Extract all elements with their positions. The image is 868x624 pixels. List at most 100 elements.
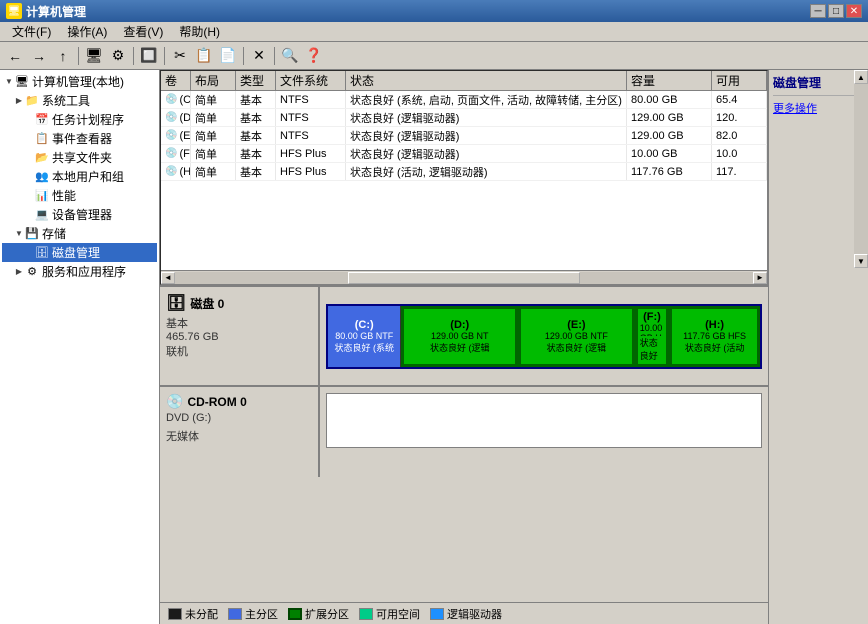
- computer-icon: 🖥: [14, 74, 30, 90]
- td-type-c: 基本: [236, 91, 276, 108]
- users-icon: 👥: [34, 169, 50, 185]
- main-area: ▼ 🖥 计算机管理(本地) ▶ 📁 系统工具 📅 任务计划程序 📋 事件查看器 …: [0, 70, 868, 624]
- disk0-partitions: (C:) 80.00 GB NTF 状态良好 (系统 (D:) 129.00 G…: [320, 287, 768, 385]
- actions-scrollbar[interactable]: ▲ ▼: [854, 70, 868, 270]
- table-row[interactable]: 💿(H:) 简单 基本 HFS Plus 状态良好 (活动, 逻辑驱动器) 11…: [161, 163, 767, 181]
- action-section-title: 磁盘管理: [773, 74, 864, 91]
- menu-action[interactable]: 操作(A): [59, 21, 115, 42]
- th-layout[interactable]: 布局: [191, 71, 236, 90]
- tree-item-system-tools[interactable]: ▶ 📁 系统工具: [2, 91, 157, 110]
- part-d-label: (D:): [450, 319, 469, 331]
- cdrom0-title: CD-ROM 0: [187, 395, 246, 409]
- menu-view[interactable]: 查看(V): [115, 21, 171, 42]
- tree-label-diskmanager: 磁盘管理: [52, 244, 100, 261]
- title-bar: 🖥 计算机管理 ─ □ ✕: [0, 0, 868, 22]
- cdrom0-visual: [320, 387, 768, 477]
- table-row[interactable]: 💿(F:) 简单 基本 HFS Plus 状态良好 (逻辑驱动器) 10.00 …: [161, 145, 767, 163]
- tree-item-localusers[interactable]: 👥 本地用户和组: [2, 167, 157, 186]
- scroll-right-btn[interactable]: ►: [753, 272, 767, 284]
- up-button[interactable]: ↑: [52, 45, 74, 67]
- th-avail[interactable]: 可用: [712, 71, 767, 90]
- search-button[interactable]: 🔍: [279, 45, 301, 67]
- partition-c[interactable]: (C:) 80.00 GB NTF 状态良好 (系统: [328, 306, 401, 367]
- th-vol[interactable]: 卷: [161, 71, 191, 90]
- part-e-size: 129.00 GB NTF: [545, 331, 608, 341]
- actions-panel: 磁盘管理 更多操作 ▲ ▼: [768, 70, 868, 624]
- tree-item-storage[interactable]: ▼ 💾 存储: [2, 224, 157, 243]
- td-type-h: 基本: [236, 163, 276, 180]
- left-tree-panel: ▼ 🖥 计算机管理(本地) ▶ 📁 系统工具 📅 任务计划程序 📋 事件查看器 …: [0, 70, 160, 624]
- th-fs[interactable]: 文件系统: [276, 71, 346, 90]
- td-status-f: 状态良好 (逻辑驱动器): [346, 145, 627, 162]
- maximize-button[interactable]: □: [828, 4, 844, 18]
- minimize-button[interactable]: ─: [810, 4, 826, 18]
- td-vol-f: 💿(F:): [161, 145, 191, 162]
- tree-item-taskscheduler[interactable]: 📅 任务计划程序: [2, 110, 157, 129]
- td-fs-h: HFS Plus: [276, 163, 346, 180]
- tree-item-eventviewer[interactable]: 📋 事件查看器: [2, 129, 157, 148]
- title-bar-controls: ─ □ ✕: [810, 4, 862, 18]
- partition-f[interactable]: (F:) 10.00 GB H 状态良好 (逻: [635, 306, 670, 367]
- toolbar-separator-2: [133, 47, 134, 65]
- new-window-button[interactable]: 🔲: [138, 45, 160, 67]
- paste-button[interactable]: 📄: [217, 45, 239, 67]
- help-button[interactable]: ❓: [303, 45, 325, 67]
- tree-item-sharedfolder[interactable]: 📂 共享文件夹: [2, 148, 157, 167]
- back-button[interactable]: ←: [4, 45, 26, 67]
- scroll-down-btn[interactable]: ▼: [854, 254, 868, 268]
- tree-item-root[interactable]: ▼ 🖥 计算机管理(本地): [2, 72, 157, 91]
- table-row[interactable]: 💿(D:) 简单 基本 NTFS 状态良好 (逻辑驱动器) 129.00 GB …: [161, 109, 767, 127]
- partition-h[interactable]: (H:) 117.76 GB HFS 状态良好 (活动: [669, 306, 760, 367]
- tree-label-sharedfolder: 共享文件夹: [52, 149, 112, 166]
- scroll-track: [175, 272, 753, 284]
- th-type[interactable]: 类型: [236, 71, 276, 90]
- cut-button[interactable]: ✂: [169, 45, 191, 67]
- th-cap[interactable]: 容量: [627, 71, 712, 90]
- delete-button[interactable]: ✕: [248, 45, 270, 67]
- copy-button[interactable]: 📋: [193, 45, 215, 67]
- td-fs-e: NTFS: [276, 127, 346, 144]
- td-status-d: 状态良好 (逻辑驱动器): [346, 109, 627, 126]
- tree-item-diskmanager[interactable]: 🗄 磁盘管理: [2, 243, 157, 262]
- menu-file[interactable]: 文件(F): [4, 21, 59, 42]
- close-button[interactable]: ✕: [846, 4, 862, 18]
- horizontal-scrollbar[interactable]: ◄ ►: [161, 270, 767, 284]
- table-row[interactable]: 💿(C:) 简单 基本 NTFS 状态良好 (系统, 启动, 页面文件, 活动,…: [161, 91, 767, 109]
- menu-help[interactable]: 帮助(H): [171, 21, 228, 42]
- device-icon: 💻: [34, 207, 50, 223]
- table-row[interactable]: 💿(E:) 简单 基本 NTFS 状态良好 (逻辑驱动器) 129.00 GB …: [161, 127, 767, 145]
- tree-item-services[interactable]: ▶ ⚙ 服务和应用程序: [2, 262, 157, 281]
- tree-arrow-systemtools: ▶: [14, 96, 24, 106]
- tree-item-devicemanager[interactable]: 💻 设备管理器: [2, 205, 157, 224]
- td-layout-d: 简单: [191, 109, 236, 126]
- part-f-status: 状态良好 (逻: [640, 336, 665, 362]
- legend-label-freespace: 可用空间: [376, 606, 420, 622]
- th-status[interactable]: 状态: [346, 71, 627, 90]
- legend-primary: 主分区: [228, 606, 278, 622]
- td-cap-c: 80.00 GB: [627, 91, 712, 108]
- legend-box-unallocated: [168, 608, 182, 620]
- tree-label-localusers: 本地用户和组: [52, 168, 124, 185]
- tree-item-performance[interactable]: 📊 性能: [2, 186, 157, 205]
- more-actions-link[interactable]: 更多操作: [773, 100, 864, 116]
- menu-bar: 文件(F) 操作(A) 查看(V) 帮助(H): [0, 22, 868, 42]
- partition-d[interactable]: (D:) 129.00 GB NT 状态良好 (逻辑: [401, 306, 518, 367]
- table-section: 卷 布局 类型 文件系统 状态 容量 可用 💿(C:) 简单 基本: [160, 70, 768, 285]
- td-cap-f: 10.00 GB: [627, 145, 712, 162]
- show-hide-button[interactable]: 🖥: [83, 45, 105, 67]
- cdrom0-empty-bar: [326, 393, 762, 448]
- partition-e[interactable]: (E:) 129.00 GB NTF 状态良好 (逻辑: [518, 306, 635, 367]
- td-type-f: 基本: [236, 145, 276, 162]
- scroll-thumb[interactable]: [348, 272, 579, 284]
- cdrom0-status: 无媒体: [166, 428, 312, 444]
- legend-box-primary: [228, 608, 242, 620]
- disk-icon: 🗄: [34, 245, 50, 261]
- table-body: 💿(C:) 简单 基本 NTFS 状态良好 (系统, 启动, 页面文件, 活动,…: [161, 91, 767, 270]
- properties-button[interactable]: ⚙: [107, 45, 129, 67]
- tree-label-storage: 存储: [42, 225, 66, 242]
- scroll-up-btn[interactable]: ▲: [854, 70, 868, 84]
- td-cap-h: 117.76 GB: [627, 163, 712, 180]
- td-status-e: 状态良好 (逻辑驱动器): [346, 127, 627, 144]
- scroll-left-btn[interactable]: ◄: [161, 272, 175, 284]
- forward-button[interactable]: →: [28, 45, 50, 67]
